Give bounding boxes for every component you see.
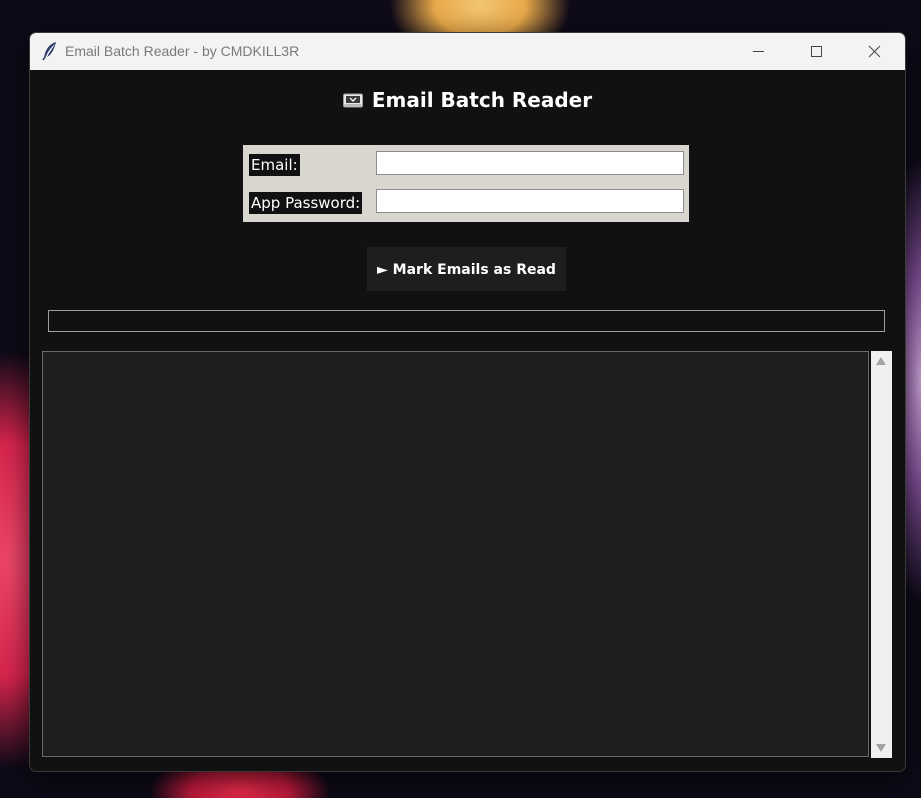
close-icon — [868, 45, 881, 58]
credentials-form: Email: App Password: — [243, 145, 689, 222]
email-field[interactable] — [376, 151, 684, 175]
maximize-button[interactable] — [787, 33, 845, 70]
email-label: Email: — [249, 154, 300, 176]
window-title: Email Batch Reader - by CMDKILL3R — [65, 43, 300, 59]
minimize-button[interactable] — [729, 33, 787, 70]
scroll-down-arrow-icon[interactable] — [876, 744, 886, 752]
app-password-label: App Password: — [249, 192, 363, 214]
log-scrollbar[interactable] — [871, 351, 892, 758]
app-password-field[interactable] — [376, 189, 684, 213]
progress-bar — [48, 310, 885, 332]
scroll-up-arrow-icon[interactable] — [876, 357, 886, 365]
minimize-icon — [753, 51, 764, 52]
mark-emails-read-button[interactable]: ► Mark Emails as Read — [367, 247, 566, 291]
log-output[interactable] — [42, 351, 869, 757]
close-button[interactable] — [845, 33, 903, 70]
app-title: Email Batch Reader — [371, 88, 593, 112]
title-bar[interactable]: Email Batch Reader - by CMDKILL3R — [30, 33, 905, 70]
app-window: Email Batch Reader - by CMDKILL3R Email … — [29, 32, 906, 772]
feather-icon — [41, 41, 59, 61]
inbox-tray-icon — [342, 89, 363, 108]
maximize-icon — [811, 46, 822, 57]
app-header: Email Batch Reader — [30, 88, 905, 112]
